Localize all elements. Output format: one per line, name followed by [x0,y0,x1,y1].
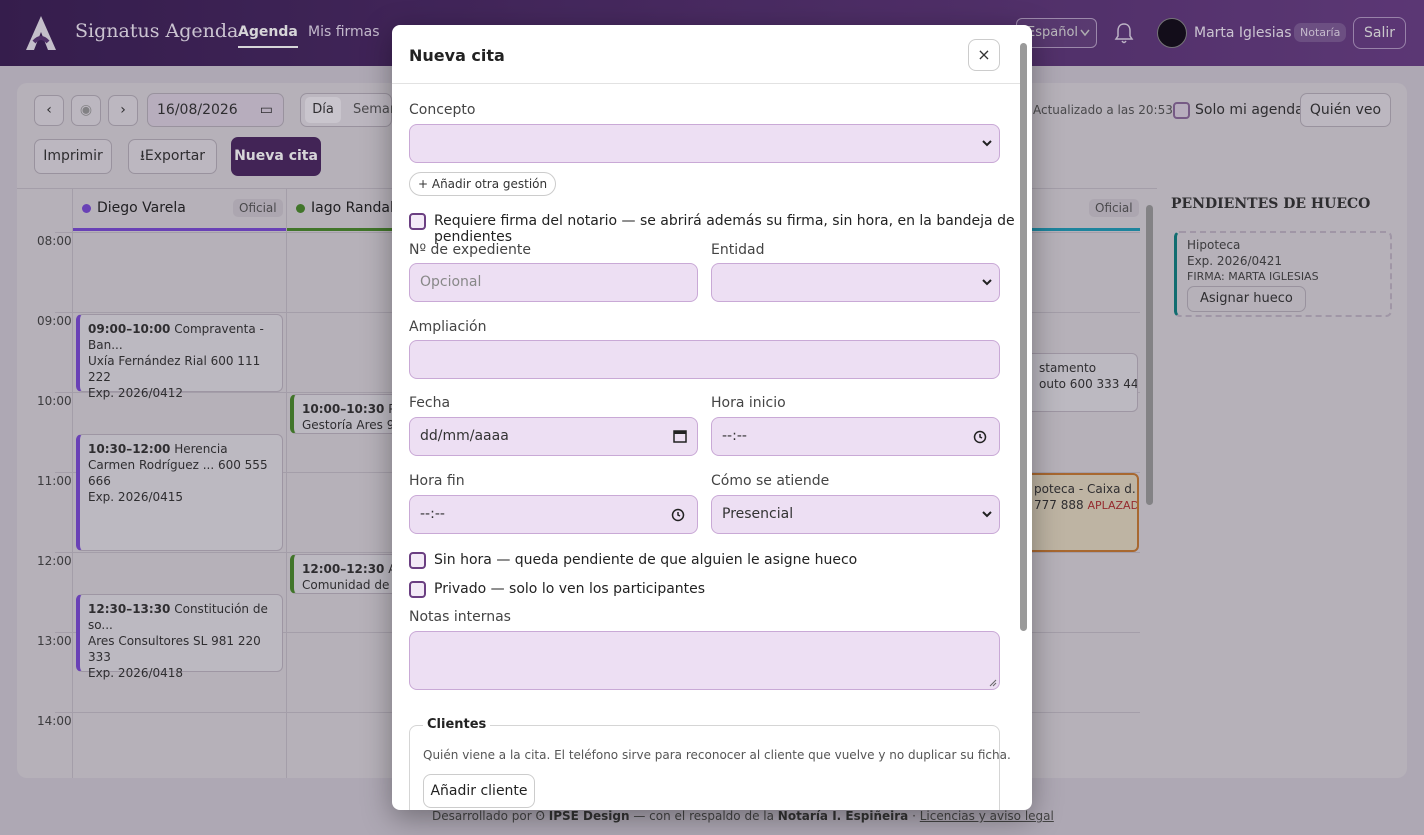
date-input[interactable]: dd/mm/aaaa [409,417,698,456]
date-label: Fecha [409,395,451,411]
new-appointment-dialog: Nueva cita × Concepto + Añadir otra gest… [392,25,1032,810]
date-placeholder: dd/mm/aaaa [420,428,509,444]
concept-select[interactable] [409,124,1000,163]
footer-backed: — con el respaldo de la [633,809,774,823]
footer-developed: Desarrollado por [432,809,532,823]
dialog-scrollbar[interactable] [1018,41,1028,810]
end-time-input[interactable]: --:-- [409,495,698,534]
clients-legend: Clientes [423,717,491,732]
private-checkbox[interactable] [409,581,426,598]
notes-textarea[interactable] [409,631,1000,690]
chevron-down-icon [982,140,992,147]
resize-handle-icon[interactable] [989,679,997,687]
start-time-label: Hora inicio [711,395,786,411]
company-logo-icon: ʘ [535,809,545,823]
start-time-input[interactable]: --:-- [711,417,1000,456]
require-signature-checkbox[interactable] [409,213,426,230]
no-time-label: Sin hora — queda pendiente de que alguie… [434,552,858,568]
file-number-label: Nº de expediente [409,242,531,258]
footer-separator: · [912,809,916,823]
file-number-placeholder: Opcional [420,274,482,290]
legal-link[interactable]: Licencias y aviso legal [920,809,1054,823]
footer: Desarrollado por ʘ IPSE Design — con el … [432,809,1054,823]
notes-label: Notas internas [409,609,511,625]
start-time-placeholder: --:-- [722,428,747,444]
attendance-value: Presencial [722,506,794,522]
calendar-icon[interactable] [673,429,687,443]
dialog-title: Nueva cita [409,46,505,65]
extension-input[interactable] [409,340,1000,379]
attendance-select[interactable]: Presencial [711,495,1000,534]
attendance-label: Cómo se atiende [711,473,830,489]
close-icon: × [977,45,991,64]
close-button[interactable]: × [968,39,1000,71]
add-client-button[interactable]: Añadir cliente [423,774,535,808]
entity-label: Entidad [711,242,765,258]
chevron-down-icon [982,279,992,286]
dialog-header-divider [392,83,1022,84]
end-time-label: Hora fin [409,473,465,489]
clock-icon[interactable] [671,508,685,522]
scrollbar-thumb[interactable] [1020,43,1027,631]
concept-label: Concepto [409,102,476,118]
entity-select[interactable] [711,263,1000,302]
require-signature-label: Requiere firma del notario — se abrirá a… [434,213,1015,245]
add-other-button[interactable]: + Añadir otra gestión [409,172,557,196]
chevron-down-icon [982,511,992,518]
file-number-input[interactable]: Opcional [409,263,698,302]
clients-help: Quién viene a la cita. El teléfono sirve… [423,748,1011,762]
footer-notary[interactable]: Notaría I. Espiñeira [778,809,908,823]
end-time-placeholder: --:-- [420,506,445,522]
footer-company[interactable]: IPSE Design [549,809,630,823]
no-time-checkbox[interactable] [409,552,426,569]
extension-label: Ampliación [409,319,487,335]
private-label: Privado — solo lo ven los participantes [434,581,706,597]
clock-icon[interactable] [973,430,987,444]
